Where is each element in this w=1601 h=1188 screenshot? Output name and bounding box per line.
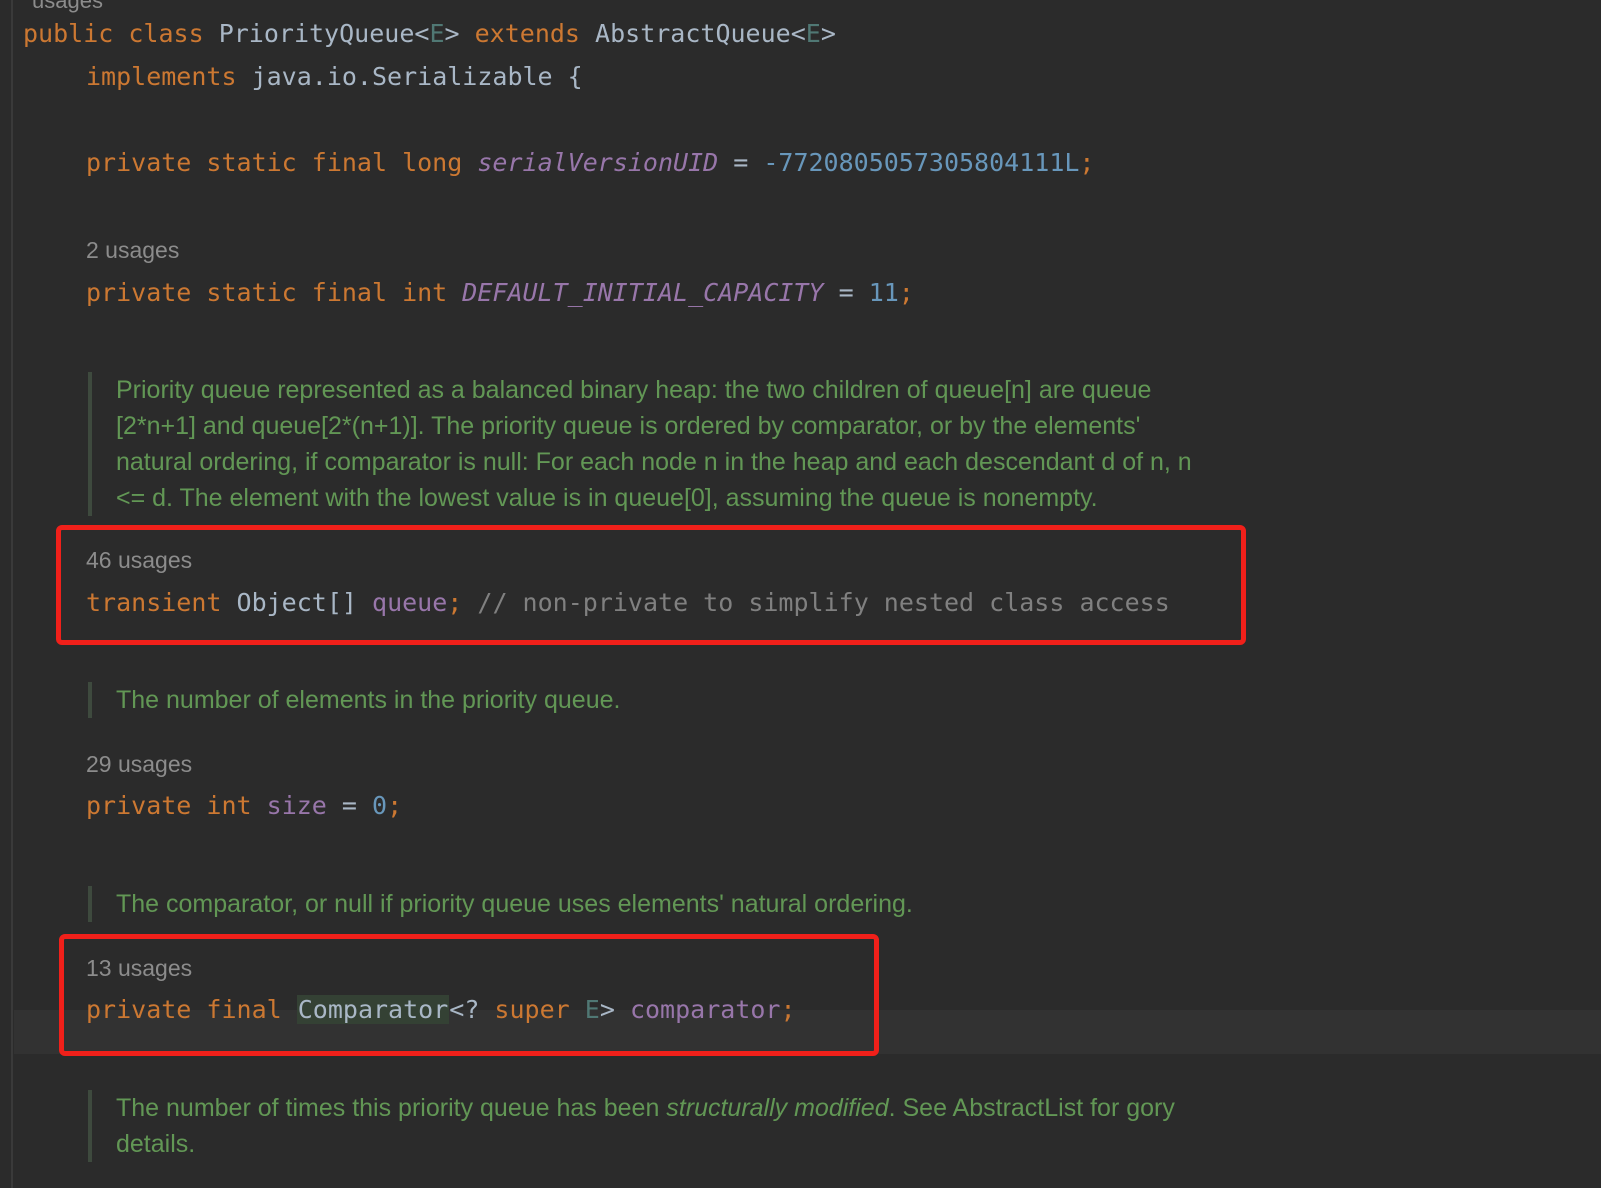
- usages-hint[interactable]: 29 usages: [86, 750, 192, 778]
- open-brace: {: [567, 62, 583, 91]
- static-field-name[interactable]: serialVersionUID: [477, 148, 718, 177]
- generic-open: <: [790, 19, 806, 48]
- editor-gutter-line: [11, 0, 13, 1188]
- assign-operator: =: [718, 148, 764, 177]
- keyword-public: public: [23, 19, 114, 48]
- modifiers: private static final int: [86, 278, 448, 307]
- semicolon: ;: [1079, 148, 1095, 177]
- doc-line: <= d. The element with the lowest value …: [116, 484, 1098, 512]
- generic-open: <: [414, 19, 430, 48]
- doc-line: [2*n+1] and queue[2*(n+1)]. The priority…: [116, 412, 1141, 440]
- number-literal: -7720805057305804111L: [763, 148, 1080, 177]
- assign-operator: =: [823, 278, 869, 307]
- doc-line: Priority queue represented as a balanced…: [116, 376, 1152, 404]
- interface-name[interactable]: java.io.Serializable: [252, 62, 553, 91]
- keyword-class: class: [128, 19, 204, 48]
- usages-hint[interactable]: 2 usages: [86, 236, 179, 264]
- serial-version-line[interactable]: private static final long serialVersionU…: [86, 147, 1094, 179]
- doc-line: The number of times this priority queue …: [116, 1090, 1175, 1126]
- doc-emphasis: structurally modified: [666, 1094, 889, 1122]
- doc-line: The comparator, or null if priority queu…: [116, 890, 913, 918]
- keyword-extends: extends: [474, 19, 580, 48]
- generic-close: >: [820, 19, 836, 48]
- class-name[interactable]: PriorityQueue: [219, 19, 415, 48]
- field-name[interactable]: size: [267, 791, 327, 820]
- assign-operator: =: [326, 791, 373, 820]
- semicolon: ;: [898, 278, 914, 307]
- size-field-line[interactable]: private int size = 0;: [86, 790, 402, 822]
- implements-line[interactable]: implements java.io.Serializable {: [86, 61, 583, 93]
- doc-line: The number of elements in the priority q…: [116, 686, 621, 714]
- type-parameter[interactable]: E: [806, 19, 821, 48]
- static-field-name[interactable]: DEFAULT_INITIAL_CAPACITY: [462, 278, 823, 307]
- doc-text: . See AbstractList for gory: [888, 1094, 1175, 1122]
- highlight-box-comparator: [59, 934, 879, 1056]
- keyword-int: int: [206, 791, 252, 820]
- highlight-box-queue: [56, 525, 1246, 645]
- modifiers: private static final long: [86, 148, 463, 177]
- doc-comment-comparator: The comparator, or null if priority queu…: [88, 886, 913, 922]
- doc-comment-modcount: The number of times this priority queue …: [88, 1090, 1175, 1162]
- doc-text: The number of times this priority queue …: [116, 1094, 667, 1122]
- doc-line: natural ordering, if comparator is null:…: [116, 448, 1192, 476]
- number-literal: 0: [372, 791, 388, 820]
- keyword-implements: implements: [86, 62, 237, 91]
- doc-comment-queue: Priority queue represented as a balanced…: [88, 372, 1192, 516]
- doc-line: details.: [116, 1130, 196, 1158]
- number-literal: 11: [868, 278, 899, 307]
- class-declaration-line[interactable]: public class PriorityQueue<E> extends Ab…: [23, 18, 836, 50]
- semicolon: ;: [387, 791, 403, 820]
- doc-comment-size: The number of elements in the priority q…: [88, 682, 620, 718]
- default-capacity-line[interactable]: private static final int DEFAULT_INITIAL…: [86, 277, 914, 309]
- usages-hint-top[interactable]: usages: [32, 0, 103, 14]
- superclass-name[interactable]: AbstractQueue: [595, 19, 791, 48]
- generic-close: >: [444, 19, 460, 48]
- type-parameter[interactable]: E: [429, 19, 444, 48]
- keyword-private: private: [86, 791, 192, 820]
